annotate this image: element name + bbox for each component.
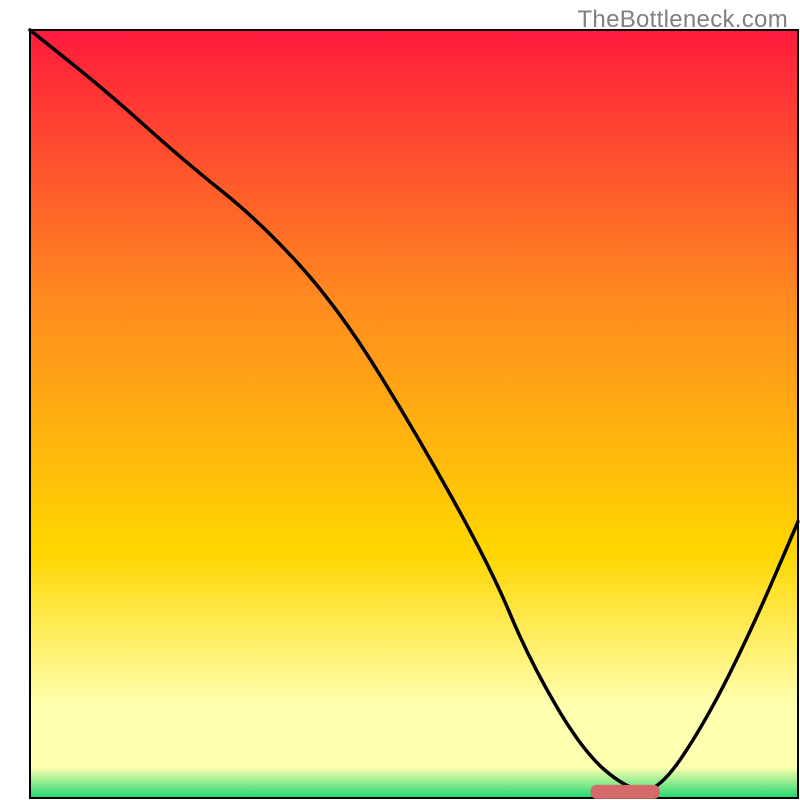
minimum-marker xyxy=(591,785,660,799)
watermark-text: TheBottleneck.com xyxy=(577,6,788,34)
plot-background xyxy=(30,30,798,798)
bottleneck-chart xyxy=(0,0,800,800)
chart-stage: TheBottleneck.com xyxy=(0,0,800,800)
